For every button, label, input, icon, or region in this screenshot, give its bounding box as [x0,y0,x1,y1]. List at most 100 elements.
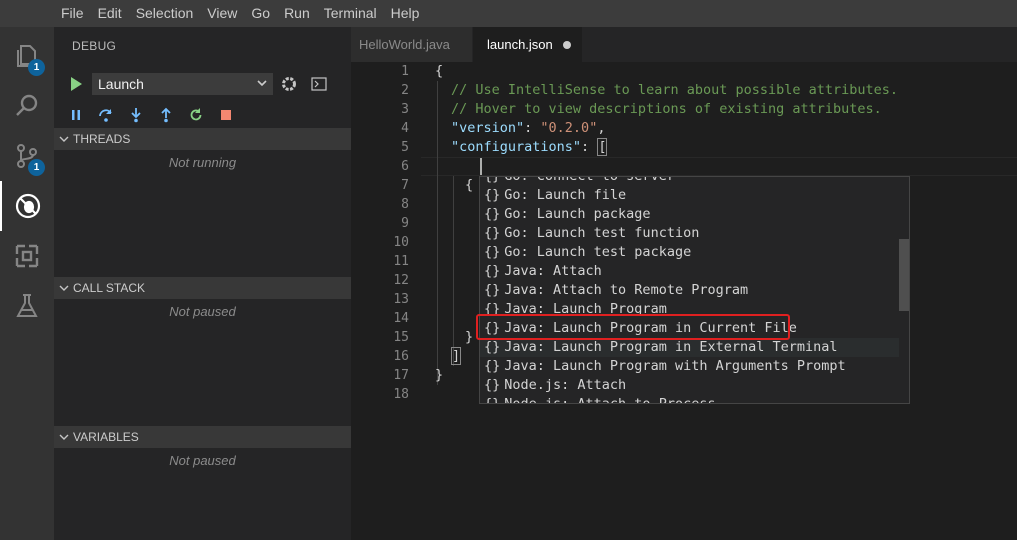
unsaved-dot-icon[interactable] [562,40,571,49]
suggestion-label: Go: Launch file [504,187,627,203]
flask-icon [16,294,38,317]
activity-explorer[interactable]: 1 [0,31,54,81]
suggestion-item[interactable]: {} Java: Attach to Remote Program [480,281,899,300]
snippet-icon: {} [484,396,501,404]
tab-helloworld-java[interactable]: HelloWorld.java [351,27,472,62]
line-number: 17 [393,368,409,383]
scm-badge: 1 [28,159,45,176]
stop-icon [221,110,231,120]
chevron-down-icon [59,285,69,291]
debug-console-icon[interactable] [311,77,327,91]
suggestion-item[interactable]: {} Go: Launch test function [480,224,899,243]
suggestion-item[interactable]: {} Go: Launch test package [480,243,899,262]
start-debugging-icon[interactable] [68,75,84,93]
threads-title: THREADS [73,132,131,146]
activity-search[interactable] [0,81,54,131]
threads-section-header[interactable]: THREADS [54,128,351,150]
remote-explorer-icon [15,244,39,268]
line-number: 18 [393,387,409,402]
suggestion-label: Go: Launch package [504,206,651,222]
line-number: 10 [393,235,409,250]
code-line: } [435,367,444,383]
chevron-down-icon [59,434,69,440]
activity-testing[interactable] [0,281,54,331]
chevron-down-icon [59,136,69,142]
menu-file[interactable]: File [54,0,91,27]
line-number: 15 [393,330,409,345]
menu-edit[interactable]: Edit [91,0,129,27]
call-stack-empty-message: Not paused [169,304,236,319]
line-number: 1 [401,64,409,79]
step-into-button[interactable] [128,105,158,125]
activity-remote[interactable] [0,231,54,281]
suggestion-item[interactable]: {} Go: Launch package [480,205,899,224]
chevron-down-icon [257,80,267,87]
intellisense-suggest-widget: {} Go: Connect to server {} Go: Launch fil… [479,176,910,404]
menu-terminal[interactable]: Terminal [317,0,384,27]
line-number: 5 [401,140,409,155]
call-stack-section-header[interactable]: CALL STACK [54,277,351,299]
snippet-icon: {} [484,358,501,374]
suggestion-label: Node.js: Attach to Process [504,396,716,404]
stop-button[interactable] [218,105,248,125]
step-out-button[interactable] [158,105,188,125]
restart-button[interactable] [188,105,218,125]
snippet-icon: {} [484,282,501,298]
activity-bar: 1 1 [0,27,54,540]
annotation-highlight-box [476,314,790,340]
tab-launch-json[interactable]: launch.json [473,27,582,62]
snippet-icon: {} [484,339,501,355]
suggestion-label: Node.js: Attach [504,377,627,393]
suggestion-item[interactable]: {} Node.js: Attach [480,376,899,395]
suggestion-item-focused[interactable]: {} Java: Launch Program in External Termi… [480,338,899,357]
launch-config-select[interactable]: Launch [92,73,273,95]
snippet-icon: {} [484,176,501,184]
explorer-badge: 1 [28,59,45,76]
line-number: 3 [401,102,409,117]
pause-button[interactable] [68,105,98,125]
debug-config-toolbar: Launch [54,71,351,97]
suggestion-item[interactable]: {} Java: Launch Program with Arguments Pr… [480,357,899,376]
activity-source-control[interactable]: 1 [0,131,54,181]
sidebar-title: DEBUG [72,39,117,53]
menu-view[interactable]: View [200,0,244,27]
step-over-button[interactable] [98,105,128,125]
line-number: 13 [393,292,409,307]
tab-label: launch.json [487,37,553,52]
activity-debug[interactable] [0,181,54,231]
bracket-match: [ [597,138,608,156]
suggestion-item[interactable]: {} Node.js: Attach to Process [480,395,899,404]
step-into-icon [131,108,141,123]
suggestion-item[interactable]: {} Go: Connect to server [480,176,899,186]
step-over-icon [99,109,112,122]
indent-guide [453,176,454,366]
pause-icon [72,110,80,120]
menu-help[interactable]: Help [384,0,427,27]
menu-run[interactable]: Run [277,0,317,27]
code-line: { [435,63,444,79]
menu-go[interactable]: Go [244,0,277,27]
json-key: "configurations" [451,139,582,155]
suggestion-label: Go: Launch test package [504,244,692,260]
search-icon [16,94,38,116]
gear-icon[interactable] [280,75,298,93]
launch-config-value: Launch [98,76,144,92]
code-line: { [465,177,474,193]
variables-section-header[interactable]: VARIABLES [54,426,351,448]
suggestion-item[interactable]: {} Java: Attach [480,262,899,281]
menu-bar: File Edit Selection View Go Run Terminal… [0,0,1017,27]
suggestion-item[interactable]: {} Go: Launch file [480,186,899,205]
suggestion-label: Java: Launch Program with Arguments Prom… [504,358,846,374]
text-cursor [480,158,482,175]
snippet-icon: {} [484,225,501,241]
editor-tab-bar: HelloWorld.java launch.json [351,27,1017,62]
line-number: 9 [401,216,409,231]
json-key: "version" [451,120,525,136]
suggest-scrollbar[interactable] [899,239,909,311]
variables-title: VARIABLES [73,430,139,444]
menu-selection[interactable]: Selection [129,0,201,27]
line-number: 14 [393,311,409,326]
call-stack-title: CALL STACK [73,281,146,295]
debug-actions [68,105,248,125]
line-number: 7 [401,178,409,193]
